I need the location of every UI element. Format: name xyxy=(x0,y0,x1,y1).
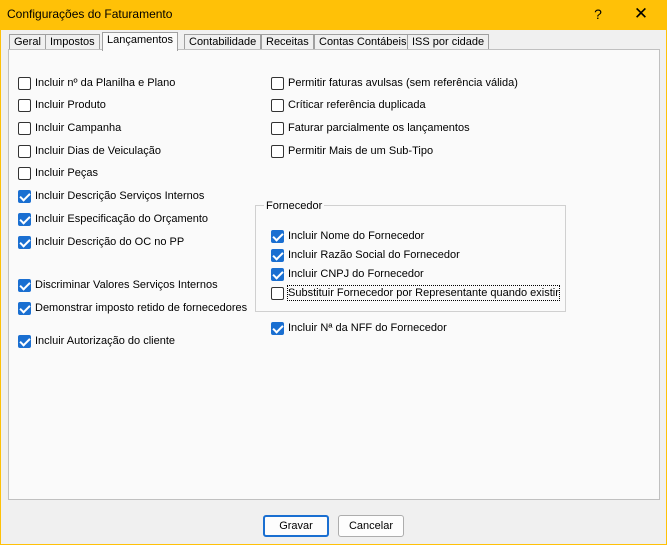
checkbox-box[interactable] xyxy=(18,334,31,348)
checkbox-demonstrar-imposto-retido[interactable]: Demonstrar imposto retido de fornecedore… xyxy=(18,300,247,316)
checkbox-box[interactable] xyxy=(271,98,284,112)
cancel-button[interactable]: Cancelar xyxy=(338,515,404,537)
checkbox-label: Incluir Nª da NFF do Fornecedor xyxy=(288,322,447,334)
checkbox-label: Incluir Descrição do OC no PP xyxy=(35,236,185,248)
fornecedor-group-title: Fornecedor xyxy=(264,200,325,212)
checkbox-incluir-pecas[interactable]: Incluir Peças xyxy=(18,165,98,181)
checkbox-label: Críticar referência duplicada xyxy=(288,99,426,111)
checkbox-label: Incluir Peças xyxy=(35,167,98,179)
checkbox-incluir-planilha-plano[interactable]: Incluir nº da Planilha e Plano xyxy=(18,75,175,91)
checkbox-box[interactable] xyxy=(271,286,284,300)
save-button[interactable]: Gravar xyxy=(263,515,329,537)
checkbox-permitir-faturas-avulsas[interactable]: Permitir faturas avulsas (sem referência… xyxy=(271,75,518,91)
help-button[interactable]: ? xyxy=(575,0,621,30)
checkbox-incluir-razao-social-fornecedor[interactable]: Incluir Razão Social do Fornecedor xyxy=(271,247,460,263)
checkbox-label: Incluir Autorização do cliente xyxy=(35,335,176,347)
checkbox-box[interactable] xyxy=(271,144,284,158)
tab-lancamentos[interactable]: Lançamentos xyxy=(102,32,179,51)
checkbox-incluir-nome-fornecedor[interactable]: Incluir Nome do Fornecedor xyxy=(271,228,424,244)
window-title: Configurações do Faturamento xyxy=(7,7,173,21)
checkbox-label: Incluir Produto xyxy=(35,99,106,111)
checkbox-label: Incluir Razão Social do Fornecedor xyxy=(288,249,460,261)
checkbox-incluir-autorizacao-cliente[interactable]: Incluir Autorização do cliente xyxy=(18,333,175,349)
tab-geral[interactable]: Geral xyxy=(9,34,46,50)
checkbox-incluir-nff-fornecedor[interactable]: Incluir Nª da NFF do Fornecedor xyxy=(271,320,447,336)
checkbox-box[interactable] xyxy=(271,321,284,335)
tab-contas-contabeis[interactable]: Contas Contábeis xyxy=(314,34,412,50)
checkbox-label: Permitir faturas avulsas (sem referência… xyxy=(288,77,518,89)
checkbox-incluir-especificacao-orcamento[interactable]: Incluir Especificação do Orçamento xyxy=(18,211,208,227)
checkbox-box[interactable] xyxy=(18,98,31,112)
checkbox-box[interactable] xyxy=(271,76,284,90)
checkbox-label: Incluir CNPJ do Fornecedor xyxy=(288,268,424,280)
checkbox-incluir-produto[interactable]: Incluir Produto xyxy=(18,97,106,113)
checkbox-label: Incluir Nome do Fornecedor xyxy=(288,230,425,242)
checkbox-box[interactable] xyxy=(271,248,284,262)
checkbox-box[interactable] xyxy=(271,267,284,281)
tab-impostos[interactable]: Impostos xyxy=(45,34,100,50)
checkbox-label: Discriminar Valores Serviços Internos xyxy=(35,279,218,291)
checkbox-incluir-descricao-servicos-internos[interactable]: Incluir Descrição Serviços Internos xyxy=(18,188,204,204)
checkbox-criticar-referencia-duplicada[interactable]: Críticar referência duplicada xyxy=(271,97,426,113)
checkbox-incluir-cnpj-fornecedor[interactable]: Incluir CNPJ do Fornecedor xyxy=(271,266,424,282)
checkbox-label: Permitir Mais de um Sub-Tipo xyxy=(288,145,434,157)
checkbox-box[interactable] xyxy=(18,166,31,180)
checkbox-incluir-campanha[interactable]: Incluir Campanha xyxy=(18,120,121,136)
checkbox-incluir-dias-veiculacao[interactable]: Incluir Dias de Veiculação xyxy=(18,143,161,159)
checkbox-label: Incluir Dias de Veiculação xyxy=(35,145,161,157)
close-button[interactable]: ✕ xyxy=(618,0,664,30)
checkbox-box[interactable] xyxy=(18,235,31,249)
checkbox-box[interactable] xyxy=(271,121,284,135)
checkbox-box[interactable] xyxy=(18,76,31,90)
checkbox-label: Incluir nº da Planilha e Plano xyxy=(35,77,176,89)
checkbox-permitir-mais-sub-tipo[interactable]: Permitir Mais de um Sub-Tipo xyxy=(271,143,433,159)
dialog-body: Geral Impostos Lançamentos Contabilidade… xyxy=(0,30,667,545)
checkbox-box[interactable] xyxy=(271,229,284,243)
tab-receitas[interactable]: Receitas xyxy=(261,34,314,50)
checkbox-label: Incluir Descrição Serviços Internos xyxy=(35,190,205,202)
checkbox-label: Substituir Fornecedor por Representante … xyxy=(287,285,560,301)
checkbox-box[interactable] xyxy=(18,301,31,315)
checkbox-label: Demonstrar imposto retido de fornecedore… xyxy=(35,302,248,314)
checkbox-box[interactable] xyxy=(18,144,31,158)
checkbox-box[interactable] xyxy=(18,278,31,292)
tab-iss-por-cidade[interactable]: ISS por cidade xyxy=(407,34,490,50)
checkbox-label: Incluir Especificação do Orçamento xyxy=(35,213,209,225)
checkbox-label: Incluir Campanha xyxy=(35,122,122,134)
checkbox-discriminar-valores-servicos-internos[interactable]: Discriminar Valores Serviços Internos xyxy=(18,277,218,293)
checkbox-box[interactable] xyxy=(18,212,31,226)
tab-contabilidade[interactable]: Contabilidade xyxy=(184,34,262,50)
checkbox-substituir-fornecedor-representante[interactable]: Substituir Fornecedor por Representante … xyxy=(271,285,560,301)
checkbox-label: Faturar parcialmente os lançamentos xyxy=(288,122,470,134)
title-bar: Configurações do Faturamento ? ✕ xyxy=(0,0,667,30)
tab-panel-lancamentos: Incluir nº da Planilha e Plano Incluir P… xyxy=(8,49,660,500)
checkbox-box[interactable] xyxy=(18,121,31,135)
checkbox-faturar-parcialmente[interactable]: Faturar parcialmente os lançamentos xyxy=(271,120,470,136)
checkbox-incluir-descricao-oc-pp[interactable]: Incluir Descrição do OC no PP xyxy=(18,234,184,250)
checkbox-box[interactable] xyxy=(18,189,31,203)
